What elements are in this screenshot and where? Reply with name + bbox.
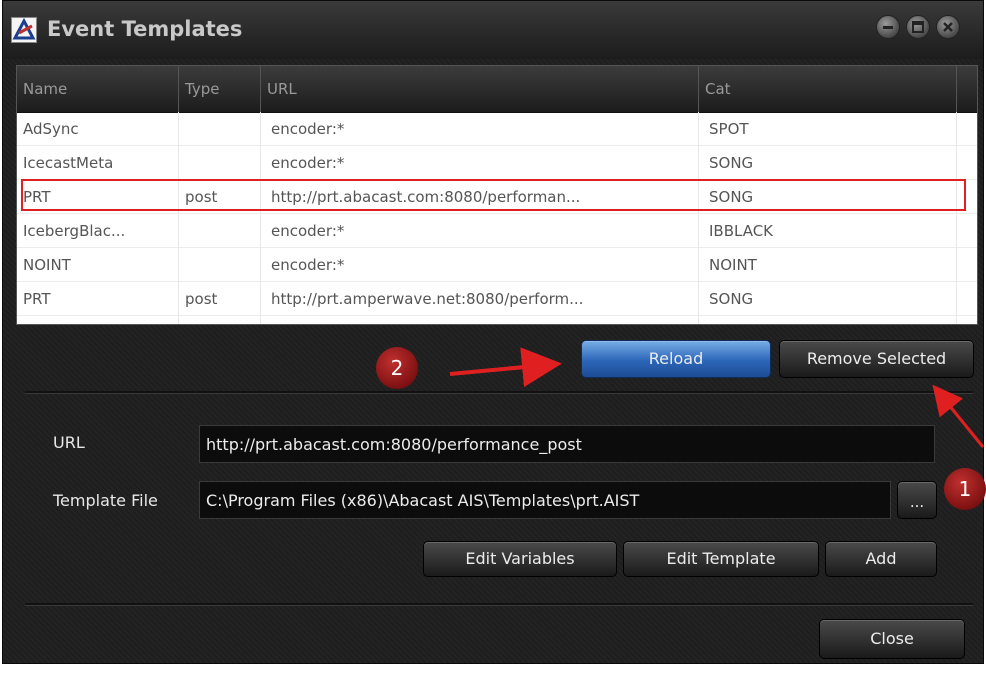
annotation-arrows	[449, 347, 985, 448]
annotation-arrow-to-remove-selected	[932, 384, 985, 448]
annotation-arrow-to-reload	[449, 347, 562, 388]
